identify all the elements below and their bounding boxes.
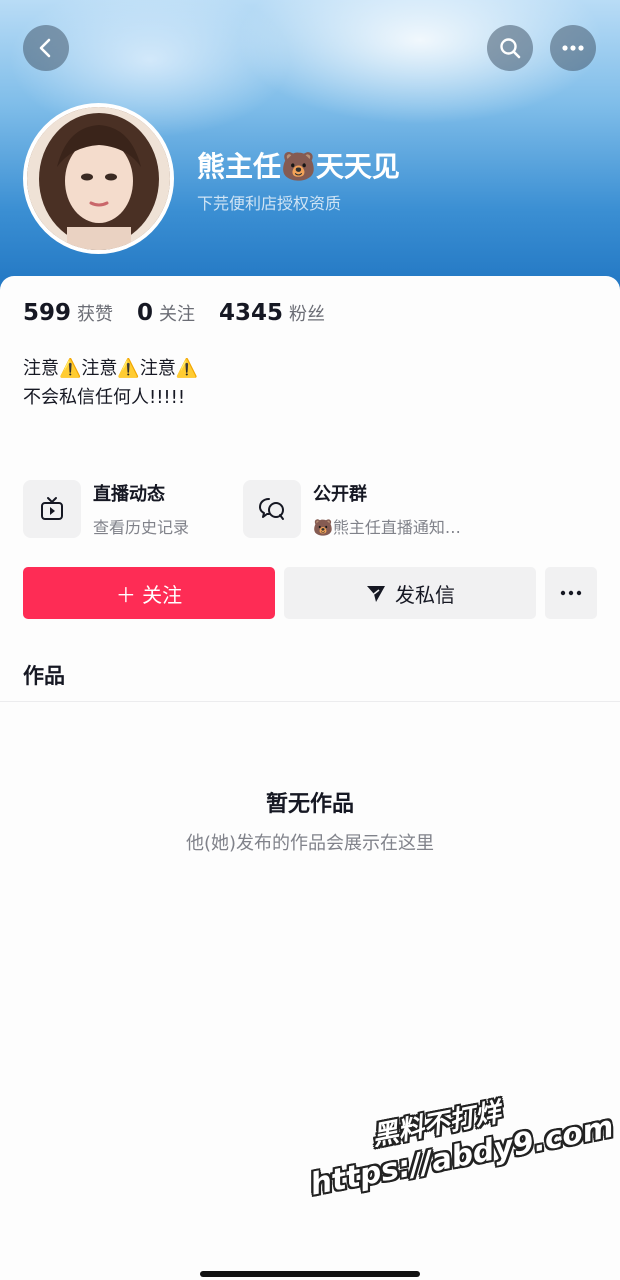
search-icon: [500, 38, 521, 59]
profile-verification-text: 下芫便利店授权资质: [197, 194, 342, 213]
more-actions-button[interactable]: [545, 567, 597, 619]
back-button[interactable]: [23, 25, 69, 71]
divider: [0, 701, 620, 702]
profile-stats: 599 获赞 0 关注 4345 粉丝: [23, 300, 325, 326]
empty-works-title: 暂无作品: [265, 792, 354, 817]
live-activity-title: 直播动态: [93, 484, 165, 505]
public-group-subtitle: 🐻熊主任直播通知…: [313, 518, 461, 537]
public-group-title: 公开群: [313, 484, 367, 505]
warning-icon: ⚠️: [175, 358, 199, 379]
send-message-label: 发私信: [395, 582, 455, 607]
empty-works-subtitle: 他(她)发布的作品会展示在这里: [185, 833, 435, 854]
live-activity-subtitle: 查看历史记录: [93, 518, 190, 537]
paper-plane-icon: [367, 586, 385, 602]
chevron-left-icon: [39, 38, 51, 58]
following-count: 0: [137, 300, 154, 326]
more-horizontal-icon: [560, 590, 582, 596]
avatar-portrait-image: [27, 107, 170, 250]
bio-line-1: 注意⚠️注意⚠️注意⚠️: [23, 358, 199, 379]
likes-label: 获赞: [77, 304, 114, 325]
more-horizontal-icon: [562, 45, 584, 51]
tab-works[interactable]: 作品: [23, 660, 65, 690]
avatar[interactable]: [23, 103, 174, 254]
stat-followers[interactable]: 4345 粉丝: [219, 300, 325, 326]
follow-button[interactable]: ＋ 关注: [23, 567, 275, 619]
group-chat-icon: [259, 498, 284, 520]
warning-icon: ⚠️: [59, 358, 82, 379]
likes-count: 599: [23, 300, 72, 326]
send-message-button[interactable]: 发私信: [284, 567, 536, 619]
tv-play-icon: [41, 497, 63, 520]
stat-likes[interactable]: 599 获赞: [23, 300, 113, 326]
public-group-card[interactable]: 公开群 🐻熊主任直播通知…: [243, 480, 461, 538]
live-activity-card[interactable]: 直播动态 查看历史记录: [23, 480, 189, 538]
profile-nickname: 熊主任🐻天天见: [197, 150, 400, 183]
profile-bio: 注意⚠️注意⚠️注意⚠️ 不会私信任何人!!!!!: [23, 354, 198, 412]
bio-line-2: 不会私信任何人!!!!!: [23, 387, 186, 408]
followers-label: 粉丝: [289, 304, 326, 325]
following-label: 关注: [159, 304, 196, 325]
warning-icon: ⚠️: [117, 358, 140, 379]
home-indicator[interactable]: [200, 1271, 420, 1277]
stat-following[interactable]: 0 关注: [137, 300, 195, 326]
search-button[interactable]: [487, 25, 533, 71]
more-options-button[interactable]: [550, 25, 596, 71]
followers-count: 4345: [219, 300, 284, 326]
